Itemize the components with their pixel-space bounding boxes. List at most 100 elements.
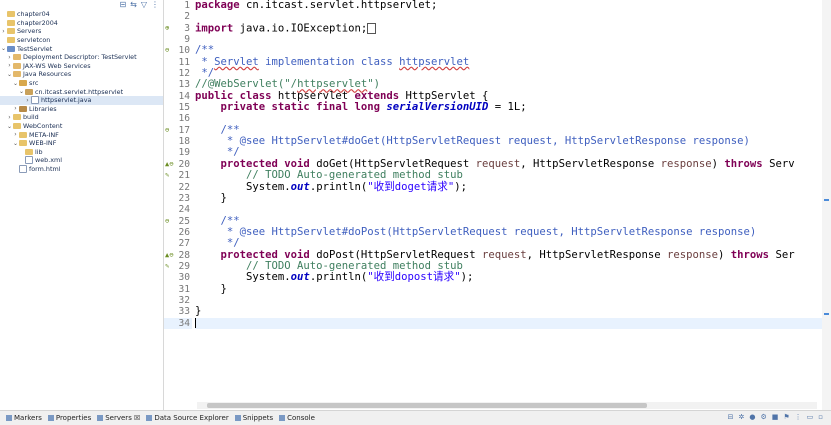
tree-item-label: form.html — [29, 164, 61, 173]
tree-item[interactable]: ⌄ WebContent — [0, 122, 163, 131]
tree-item[interactable]: › Deployment Descriptor: TestServlet — [0, 53, 163, 62]
code-line[interactable]: } — [195, 192, 822, 204]
java-icon — [13, 62, 21, 69]
view-toolbar-icon[interactable]: ⚑ — [783, 413, 789, 421]
twisty-icon[interactable]: ⌄ — [6, 123, 13, 130]
twisty-icon[interactable]: ⌄ — [12, 140, 19, 147]
tree-item[interactable]: › Libraries — [0, 105, 163, 114]
gutter-marker-icon[interactable]: ▲⊖ — [165, 250, 173, 261]
explorer-toolbar: ⊟ ⇆ ▽ ⋮ — [0, 0, 163, 10]
twisty-icon[interactable]: › — [6, 62, 13, 69]
tree-item[interactable]: ⌄ Java Resources — [0, 70, 163, 79]
gutter-marker-icon[interactable]: ⊖ — [165, 216, 169, 227]
code-line[interactable]: } — [195, 306, 822, 317]
twisty-icon[interactable]: › — [0, 28, 7, 35]
tree-item[interactable]: chapter2004 — [0, 19, 163, 28]
view-toolbar-icon[interactable]: ● — [749, 413, 755, 421]
line-number: ✎ 29 — [164, 261, 192, 272]
code-line[interactable] — [195, 204, 822, 215]
explorer-toolbar-icon[interactable]: ▽ — [141, 0, 147, 10]
line-number: ⊕ 3 — [164, 23, 192, 34]
explorer-toolbar-icon[interactable]: ⋮ — [151, 0, 159, 10]
tree-item[interactable]: ⌄ src — [0, 79, 163, 88]
view-toolbar-icon[interactable]: ⊟ — [728, 413, 734, 421]
tree-item[interactable]: › Servers — [0, 27, 163, 36]
code-token: // TODO Auto-generated method stub — [195, 169, 463, 182]
view-tab[interactable]: Console — [279, 414, 315, 422]
tree-item[interactable]: ⌄ TestServlet — [0, 44, 163, 53]
code-line[interactable] — [195, 295, 822, 306]
gutter-marker-icon[interactable]: ⊖ — [165, 125, 169, 136]
twisty-icon[interactable]: › — [6, 54, 13, 61]
code-line[interactable]: private static final long serialVersionU… — [195, 101, 822, 113]
twisty-icon[interactable]: ⌄ — [0, 45, 7, 52]
code-token: /** — [195, 123, 240, 136]
tree-item[interactable]: servletcon — [0, 36, 163, 45]
view-tab[interactable]: Properties — [47, 414, 92, 422]
tree-item[interactable]: ⌄ WEB-INF — [0, 139, 163, 148]
gutter-marker-icon[interactable]: ▲⊖ — [165, 159, 173, 170]
view-tab-label: Properties — [55, 414, 92, 422]
code-line[interactable]: import java.io.IOException; — [195, 23, 822, 34]
horizontal-scrollbar[interactable] — [197, 402, 817, 409]
twisty-icon[interactable]: ⌄ — [18, 88, 25, 95]
view-toolbar-icon[interactable]: ▫ — [818, 413, 823, 421]
tree-item[interactable]: web.xml — [0, 156, 163, 165]
ruler-marker[interactable] — [824, 313, 829, 315]
view-toolbar-icon[interactable]: ⚙ — [760, 413, 766, 421]
code-line[interactable] — [195, 34, 822, 45]
tree-item-label: lib — [35, 147, 43, 156]
code-area[interactable]: package cn.itcast.servlet.httpservlet; im… — [195, 0, 822, 400]
code-line[interactable]: System.out.println("收到doget请求"); — [195, 181, 822, 193]
gutter-marker-icon[interactable]: ⊕ — [165, 23, 169, 34]
code-line[interactable] — [195, 11, 822, 22]
view-tab[interactable]: Data Source Explorer — [146, 414, 229, 422]
tree-item[interactable]: lib — [0, 148, 163, 157]
twisty-icon[interactable]: › — [6, 114, 13, 121]
gutter-marker-icon[interactable]: ⊖ — [165, 45, 169, 56]
tree-item[interactable]: › httpservlet.java — [0, 95, 163, 105]
view-toolbar-icon[interactable]: ■ — [772, 413, 779, 421]
twisty-icon[interactable]: ⌄ — [12, 80, 19, 87]
view-tab[interactable]: Servers ☒ — [97, 414, 140, 422]
folded-import-icon[interactable] — [367, 22, 377, 34]
ruler-marker[interactable] — [824, 199, 829, 201]
code-line[interactable]: * Servlet implementation class httpservl… — [195, 56, 822, 68]
twisty-icon[interactable]: › — [12, 131, 19, 138]
tree-item[interactable]: chapter04 — [0, 10, 163, 19]
tree-item[interactable]: › META-INF — [0, 130, 163, 139]
view-tab[interactable]: Snippets — [234, 414, 273, 422]
scrollbar-thumb[interactable] — [207, 403, 647, 408]
view-toolbar-icon[interactable]: ✲ — [738, 413, 744, 421]
twisty-icon[interactable]: › — [12, 105, 19, 112]
code-editor[interactable]: 1 2 ⊕ 3 9 ⊖ 10 11 12 13 14 15 16 ⊖ 17 18 19 ▲⊖ 20 ✎ 21 22 23 24… — [164, 0, 822, 410]
overview-ruler[interactable] — [822, 0, 831, 410]
view-toolbar-icon[interactable]: ▭ — [807, 413, 814, 421]
line-number-text: 34 — [178, 317, 190, 329]
line-number-text: 31 — [178, 283, 190, 295]
code-line[interactable]: * @see HttpServlet#doPost(HttpServletReq… — [195, 226, 822, 238]
view-toolbar-icon[interactable]: ⋮ — [795, 413, 802, 421]
gutter-marker-icon[interactable]: ✎ — [165, 261, 169, 272]
code-token: import — [195, 22, 240, 35]
code-line[interactable]: } — [195, 283, 822, 295]
line-number: 32 — [164, 295, 192, 306]
code-token: extends — [354, 89, 406, 102]
code-line[interactable]: * @see HttpServlet#doGet(HttpServletRequ… — [195, 135, 822, 147]
code-line[interactable] — [195, 317, 822, 329]
twisty-icon[interactable]: › — [24, 97, 31, 104]
code-line[interactable] — [195, 113, 822, 124]
explorer-toolbar-icon[interactable]: ⇆ — [130, 0, 137, 10]
line-number-text: 10 — [178, 45, 190, 57]
code-line[interactable]: package cn.itcast.servlet.httpservlet; — [195, 0, 822, 11]
line-number: 34 — [164, 317, 192, 329]
tree-item[interactable]: ⌄ cn.itcast.servlet.httpservlet — [0, 87, 163, 96]
view-tab[interactable]: Markers — [6, 414, 42, 422]
gutter-marker-icon[interactable]: ✎ — [165, 170, 169, 181]
tree-item[interactable]: form.html — [0, 164, 163, 174]
tree-item[interactable]: › build — [0, 113, 163, 122]
code-line[interactable]: System.out.println("收到dopost请求"); — [195, 272, 822, 283]
explorer-toolbar-icon[interactable]: ⊟ — [119, 0, 126, 10]
tree-item[interactable]: › JAX-WS Web Services — [0, 62, 163, 71]
twisty-icon[interactable]: ⌄ — [6, 71, 13, 78]
